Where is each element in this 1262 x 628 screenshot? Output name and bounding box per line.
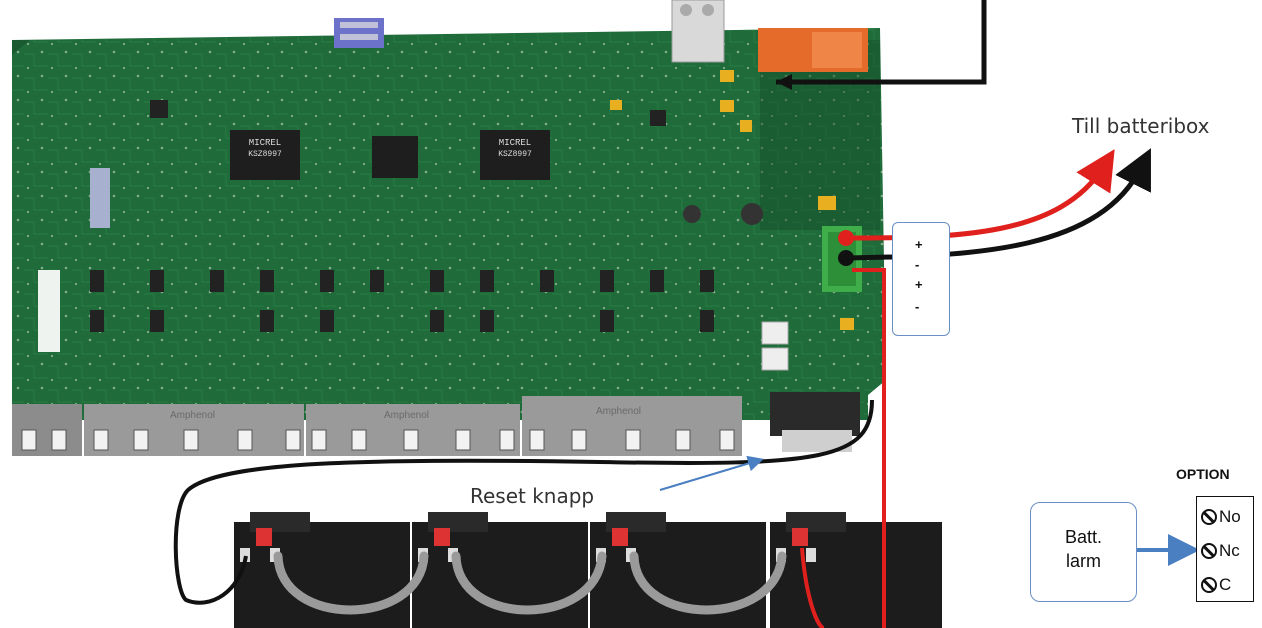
chip-micrel-2: MICREL KSZ8997: [480, 130, 550, 180]
db9-connector: [770, 392, 860, 452]
polarity-minus-2: -: [915, 299, 920, 314]
terminal-red-dot: [838, 230, 854, 246]
polarity-box: + - + -: [892, 222, 950, 336]
connector1-brand: Amphenol: [170, 410, 215, 421]
polarity-plus-2: +: [915, 277, 923, 292]
option-contact-no: No: [1201, 505, 1241, 529]
till-batteribox-label: Till batteribox: [1072, 114, 1210, 138]
battery-4: [770, 512, 942, 628]
screw-icon: [1201, 577, 1217, 593]
black-wire-batteribox: [845, 148, 1151, 261]
connector3-brand: Amphenol: [596, 406, 641, 417]
chip-micrel-1: MICREL KSZ8997: [230, 130, 300, 180]
screw-icon: [1201, 543, 1217, 559]
red-wire-batteribox: [845, 149, 1115, 241]
chip2-model: KSZ8997: [498, 150, 532, 159]
chip2-brand: MICREL: [499, 138, 531, 148]
option-contact-no-label: No: [1219, 507, 1241, 526]
option-contact-c: C: [1201, 573, 1231, 597]
option-contact-nc-label: Nc: [1219, 541, 1240, 560]
option-contact-nc: Nc: [1201, 539, 1240, 563]
polarity-minus-1: -: [915, 257, 920, 272]
top-terminal-block: [671, 0, 725, 63]
batt-larm-line1: Batt.: [1064, 527, 1103, 547]
screw-icon: [1201, 509, 1217, 525]
relay: [758, 28, 868, 72]
batt-larm-box: Batt. larm: [1030, 502, 1137, 602]
chip1-brand: MICREL: [249, 138, 281, 148]
terminal-black-dot: [838, 250, 854, 266]
option-contact-c-label: C: [1219, 575, 1232, 594]
top-pin-header: [334, 18, 384, 48]
batt-larm-line2: larm: [1066, 551, 1101, 571]
option-title: OPTION: [1176, 466, 1230, 482]
polarity-plus-1: +: [915, 237, 923, 252]
reset-knapp-label: Reset knapp: [470, 484, 595, 508]
option-terminal-box: No Nc C: [1196, 496, 1254, 602]
chip1-model: KSZ8997: [248, 150, 282, 159]
chip-center: [372, 136, 418, 178]
connector2-brand: Amphenol: [384, 410, 429, 421]
